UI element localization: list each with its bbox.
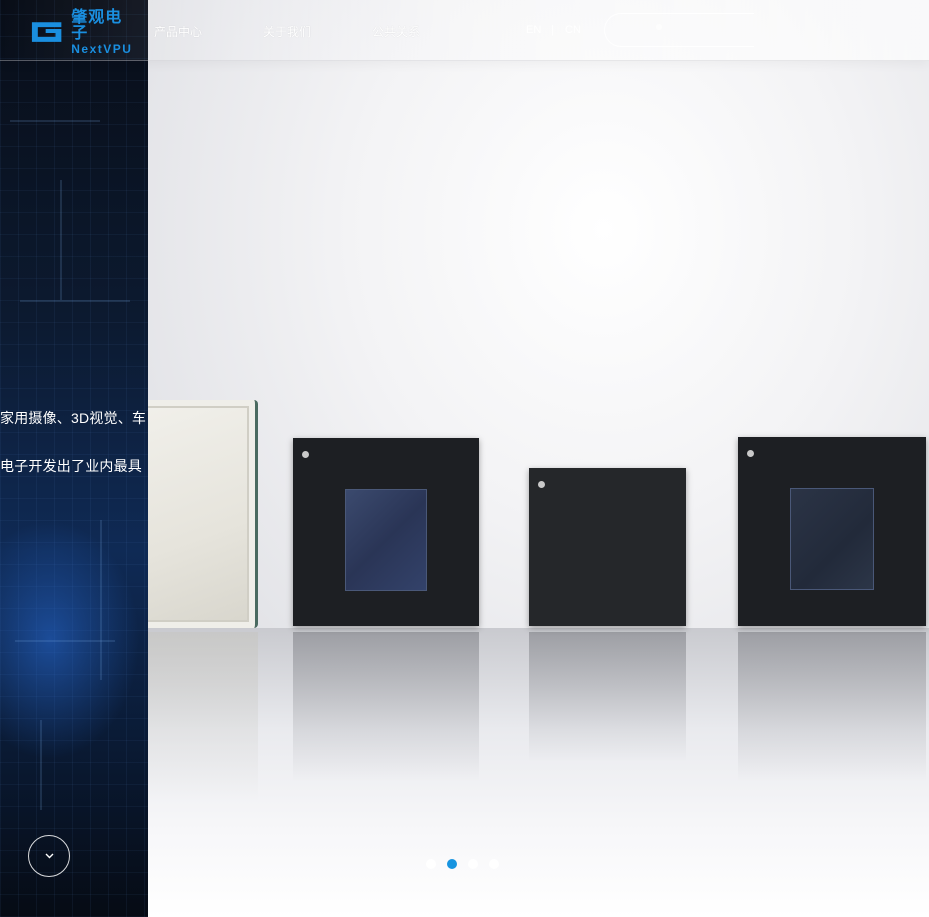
nav-item-public-relations[interactable]: 公共关系 [372,23,420,40]
circuit-trace [40,720,42,810]
circuit-trace [100,520,102,680]
nav-item-products[interactable]: 产品中心 [154,23,202,40]
lang-cn-link[interactable]: CN [565,24,581,36]
chip-reflection [529,632,686,762]
pin-marker [302,451,309,458]
top-header: 肇观电子 NextVPU 产品中心 关于我们 公共关系 EN | CN [0,0,929,61]
chip-image-1 [293,438,479,626]
logo[interactable]: 肇观电子 NextVPU [28,9,138,55]
logo-text-cn: 肇观电子 [71,8,123,42]
carousel-dot[interactable] [489,859,499,869]
pin-marker [538,481,545,488]
search-icon[interactable] [656,24,662,30]
side-text-panel: 家用摄像、3D视觉、车 电子开发出了业内最具 [0,0,148,917]
chip-die [790,488,874,590]
circuit-trace [15,640,115,642]
lang-en-link[interactable]: EN [526,24,541,36]
search-input[interactable] [604,13,754,47]
chip-reflection [738,632,926,782]
pin-marker [747,450,754,457]
lang-separator: | [551,24,554,36]
carousel-dot[interactable] [468,859,478,869]
circuit-trace [20,300,130,302]
carousel-pagination [426,859,499,869]
chip-die [345,489,427,591]
chip-image-2 [529,468,686,626]
chevron-down-icon [45,853,53,859]
hero-description-line: 电子开发出了业内最具 [0,458,142,474]
hero-description-line: 家用摄像、3D视觉、车 [0,410,147,426]
circuit-trace [10,120,100,122]
carousel-dot-active[interactable] [447,859,457,869]
nav-item-about[interactable]: 关于我们 [263,23,311,40]
carousel-dot[interactable] [426,859,436,869]
chip-image-3 [738,437,926,626]
logo-text-en: NextVPU [71,41,133,56]
scroll-down-button[interactable] [28,835,70,877]
chip-reflection [293,632,479,782]
circuit-trace [60,180,62,300]
logo-mark-icon [31,22,62,42]
